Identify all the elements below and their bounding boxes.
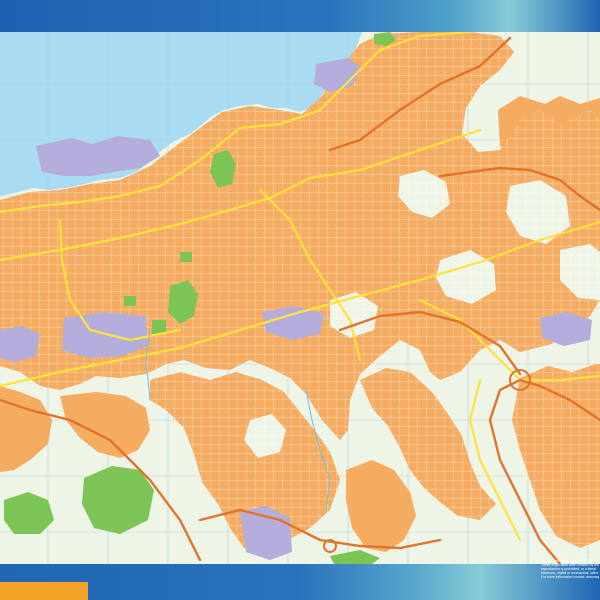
park-6 [152, 320, 166, 334]
map-area [0, 32, 600, 564]
legend-bar [0, 582, 88, 600]
city-map [0, 0, 600, 600]
copyright-notice: © Copyright Ollebospert 1997-2016 These … [541, 559, 599, 579]
copyright-line: For more information contact: wowmaps [541, 575, 599, 579]
frame-top-bar [0, 0, 600, 32]
frame-bottom-bar [0, 564, 600, 600]
map-poster: © Copyright Ollebospert 1997-2016 These … [0, 0, 600, 600]
park-7 [124, 296, 136, 306]
park-8 [180, 252, 192, 262]
